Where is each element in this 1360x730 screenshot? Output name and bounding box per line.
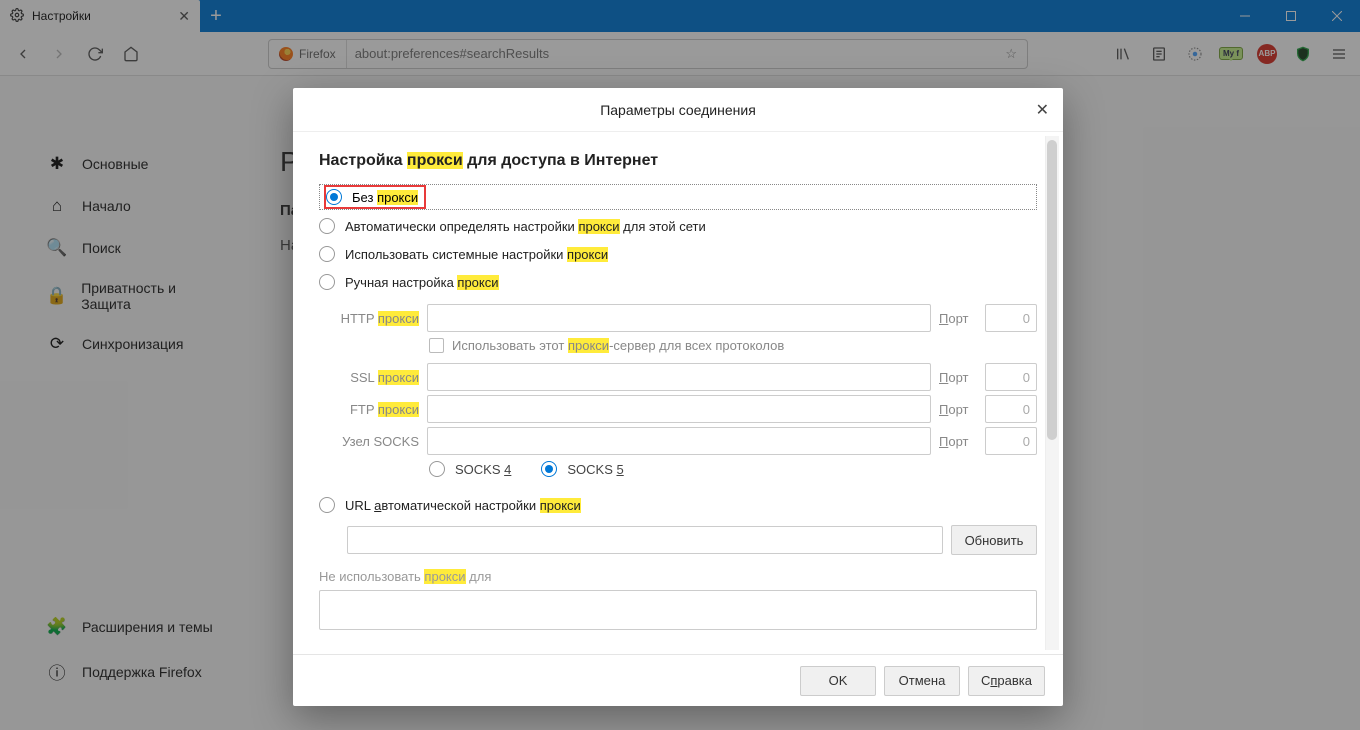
- port-label: Порт: [939, 311, 977, 326]
- cancel-button[interactable]: Отмена: [884, 666, 960, 696]
- ok-button[interactable]: OK: [800, 666, 876, 696]
- connection-settings-dialog: Параметры соединения ✕ Настройка прокси …: [293, 88, 1063, 706]
- no-proxy-for-input[interactable]: [319, 590, 1037, 630]
- ssl-proxy-label: SSL прокси: [319, 370, 419, 385]
- radio-socks5[interactable]: [541, 461, 557, 477]
- socks5-label: SOCKS 5: [567, 462, 623, 477]
- dialog-close-icon[interactable]: ✕: [1036, 100, 1049, 120]
- auto-url-input[interactable]: [347, 526, 943, 554]
- dialog-footer: OK Отмена Справка: [293, 654, 1063, 706]
- dialog-header: Параметры соединения ✕: [293, 88, 1063, 132]
- socks4-label: SOCKS 4: [455, 462, 511, 477]
- socks-host-input[interactable]: [427, 427, 931, 455]
- radio-auto-detect[interactable]: [319, 218, 335, 234]
- scrollbar-thumb[interactable]: [1047, 140, 1057, 440]
- ftp-proxy-input[interactable]: [427, 395, 931, 423]
- reload-pac-button[interactable]: Обновить: [951, 525, 1037, 555]
- use-for-all-checkbox[interactable]: [429, 338, 444, 353]
- radio-row-auto-url[interactable]: URL автоматической настройки прокси: [319, 491, 1037, 519]
- port-label: Порт: [939, 402, 977, 417]
- radio-system-label: Использовать системные настройки прокси: [345, 247, 608, 262]
- radio-manual-label: Ручная настройка прокси: [345, 275, 499, 290]
- use-for-all-row[interactable]: Использовать этот прокси-сервер для всех…: [429, 338, 1037, 353]
- http-proxy-input[interactable]: [427, 304, 931, 332]
- radio-auto-url[interactable]: [319, 497, 335, 513]
- radio-row-system[interactable]: Использовать системные настройки прокси: [319, 240, 1037, 268]
- ftp-port-input[interactable]: [985, 395, 1037, 423]
- radio-auto-url-label: URL автоматической настройки прокси: [345, 498, 581, 513]
- no-proxy-for-label: Не использовать прокси для: [319, 569, 1037, 584]
- radio-row-auto-detect[interactable]: Автоматически определять настройки прокс…: [319, 212, 1037, 240]
- http-proxy-label: HTTP прокси: [319, 311, 419, 326]
- help-button[interactable]: Справка: [968, 666, 1045, 696]
- dialog-title: Параметры соединения: [600, 102, 756, 118]
- radio-auto-detect-label: Автоматически определять настройки прокс…: [345, 219, 706, 234]
- ssl-proxy-input[interactable]: [427, 363, 931, 391]
- radio-manual[interactable]: [319, 274, 335, 290]
- ftp-proxy-label: FTP прокси: [319, 402, 419, 417]
- socks-label: Узел SOCKS: [319, 434, 419, 449]
- http-port-input[interactable]: [985, 304, 1037, 332]
- radio-socks4[interactable]: [429, 461, 445, 477]
- ssl-port-input[interactable]: [985, 363, 1037, 391]
- use-for-all-label: Использовать этот прокси-сервер для всех…: [452, 338, 784, 353]
- radio-row-no-proxy[interactable]: Без прокси: [319, 184, 1037, 210]
- radio-system[interactable]: [319, 246, 335, 262]
- port-label: Порт: [939, 434, 977, 449]
- radio-row-manual[interactable]: Ручная настройка прокси: [319, 268, 1037, 296]
- port-label: Порт: [939, 370, 977, 385]
- dialog-scrollbar[interactable]: [1045, 136, 1059, 650]
- radio-no-proxy-label: Без прокси: [352, 190, 418, 205]
- dialog-body: Настройка прокси для доступа в Интернет …: [293, 132, 1063, 654]
- radio-no-proxy[interactable]: [326, 189, 342, 205]
- socks-port-input[interactable]: [985, 427, 1037, 455]
- proxy-section-title: Настройка прокси для доступа в Интернет: [319, 152, 1037, 170]
